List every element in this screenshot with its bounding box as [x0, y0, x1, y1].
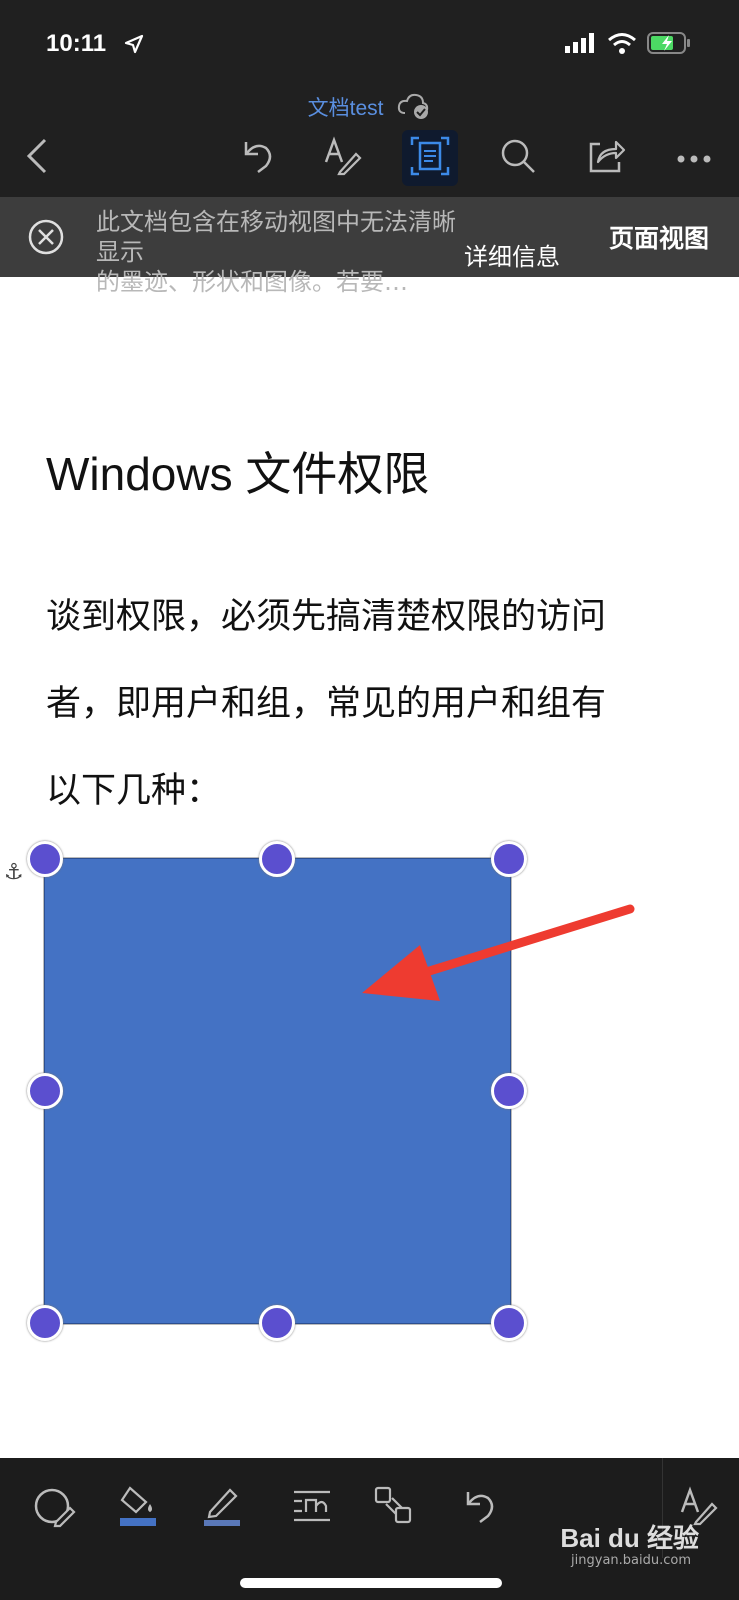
document-title[interactable]: 文档test	[0, 92, 739, 125]
banner-message-line2: 的墨迹、形状和图像。若要…	[96, 268, 408, 296]
resize-handle-bottom-left[interactable]	[27, 1305, 63, 1341]
format-button[interactable]	[314, 130, 370, 186]
resize-handle-bottom-right[interactable]	[491, 1305, 527, 1341]
resize-handle-bottom[interactable]	[259, 1305, 295, 1341]
paragraph-line: 以下几种：	[46, 771, 222, 811]
home-indicator[interactable]	[240, 1578, 502, 1588]
signal-icon	[565, 33, 597, 57]
banner-message: 此文档包含在移动视图中无法清晰显示 的墨迹、形状和图像。若要…	[96, 207, 456, 297]
baidu-watermark-logo: Bai du 经验	[560, 1523, 699, 1553]
text-wrap-button[interactable]	[282, 1478, 342, 1538]
page-view-button[interactable]: 页面视图	[609, 219, 709, 255]
shape-edit-icon	[32, 1484, 76, 1532]
status-bar: 10:11	[0, 0, 739, 92]
app-toolbar: 文档test	[0, 82, 739, 197]
share-icon	[586, 136, 626, 180]
status-time: 10:11	[46, 30, 107, 57]
document-title-text: 文档test	[307, 97, 384, 120]
undo-icon	[460, 1486, 500, 1530]
share-button[interactable]	[578, 130, 634, 186]
search-icon	[499, 137, 537, 179]
chevron-left-icon	[23, 136, 53, 180]
fill-bucket-icon	[116, 1484, 160, 1532]
arrange-shapes-icon	[372, 1484, 416, 1532]
resize-handle-top-right[interactable]	[491, 841, 527, 877]
banner-message-line1: 此文档包含在移动视图中无法清晰显示	[96, 208, 456, 266]
line-color-button[interactable]	[192, 1478, 252, 1538]
mobile-view-button[interactable]	[402, 130, 458, 186]
baidu-watermark-url: jingyan.baidu.com	[571, 1553, 691, 1568]
shape-edit-button[interactable]	[24, 1478, 84, 1538]
bottom-undo-button[interactable]	[450, 1478, 510, 1538]
resize-handle-left[interactable]	[27, 1073, 63, 1109]
red-arrow-annotation	[362, 904, 635, 1001]
text-format-icon	[322, 136, 362, 180]
cloud-saved-icon	[397, 93, 431, 125]
anchor-icon: ⚓	[4, 860, 24, 885]
resize-handle-right[interactable]	[491, 1073, 527, 1109]
close-icon[interactable]	[28, 219, 64, 259]
paragraph-line: 谈到权限，必须先搞清楚权限的访问	[46, 597, 607, 637]
undo-button[interactable]	[230, 130, 286, 186]
mobile-view-icon	[409, 135, 451, 181]
back-button[interactable]	[10, 130, 66, 186]
text-wrap-icon	[290, 1484, 334, 1532]
notification-banner: 此文档包含在移动视图中无法清晰显示 的墨迹、形状和图像。若要… 详细信息 页面视…	[0, 197, 739, 296]
arrange-button[interactable]	[364, 1478, 424, 1538]
resize-handle-top-left[interactable]	[27, 841, 63, 877]
more-button[interactable]	[666, 130, 722, 186]
search-button[interactable]	[490, 130, 546, 186]
fill-color-button[interactable]	[108, 1478, 168, 1538]
battery-icon	[647, 32, 691, 58]
wifi-icon	[607, 32, 637, 58]
pen-line-icon	[200, 1484, 244, 1532]
resize-handle-top[interactable]	[259, 841, 295, 877]
more-icon	[677, 149, 711, 168]
paragraph-line: 者，即用户和组，常见的用户和组有	[46, 684, 607, 724]
more-info-link[interactable]: 详细信息	[464, 237, 560, 272]
document-heading: Windows 文件权限	[46, 448, 430, 500]
document-paragraph: 谈到权限，必须先搞清楚权限的访问 者，即用户和组，常见的用户和组有 以下几种：	[46, 574, 686, 835]
location-icon	[124, 34, 144, 58]
undo-icon	[238, 136, 278, 180]
